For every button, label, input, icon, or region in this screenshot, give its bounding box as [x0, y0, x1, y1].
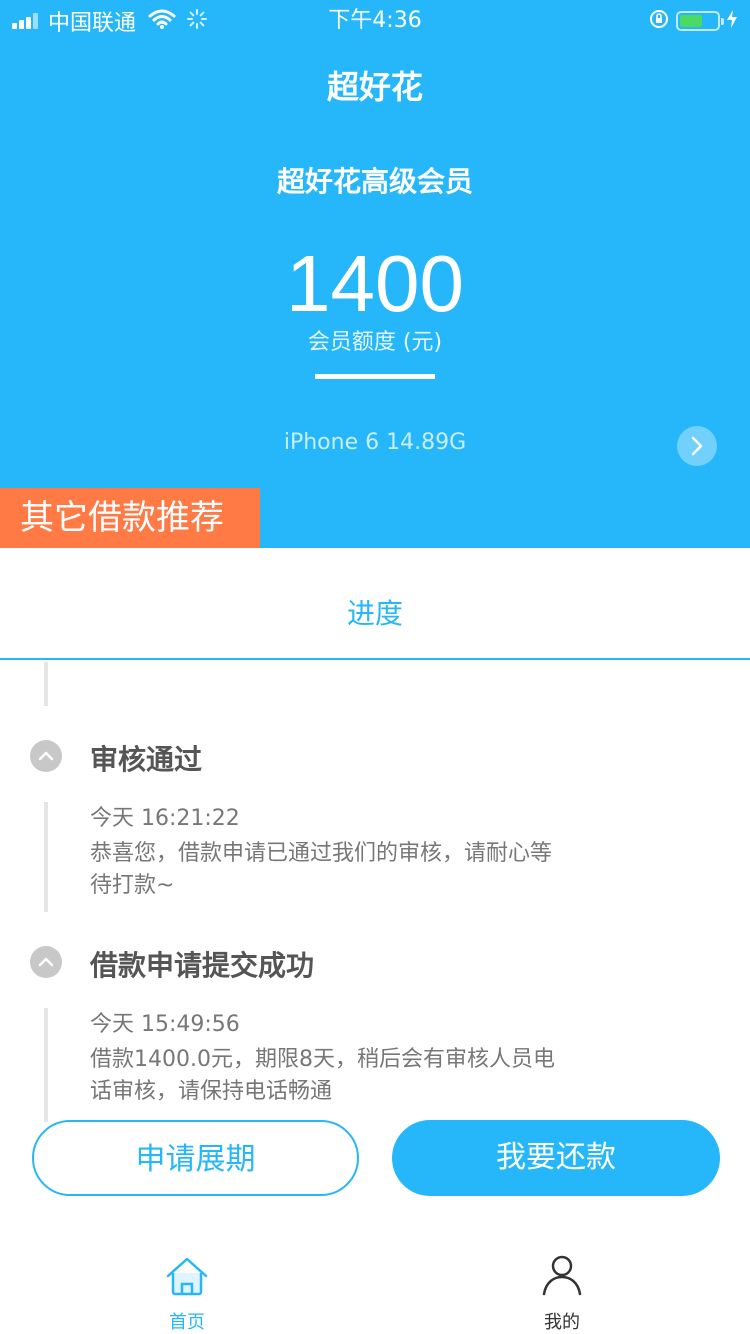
timeline-step-title: 借款申请提交成功	[90, 949, 315, 982]
repay-button[interactable]: 我要还款	[392, 1120, 720, 1196]
other-loans-recommend-button[interactable]: 其它借款推荐	[0, 488, 260, 548]
device-info: iPhone 6 14.89G	[283, 430, 467, 455]
credit-limit-label: 会员额度 (元)	[307, 330, 443, 355]
member-header: 超好花 超好花高级会员 1400 会员额度 (元) iPhone 6 14.89…	[0, 40, 750, 548]
timeline-step-title: 审核通过	[90, 743, 203, 776]
member-level-title: 超好花高级会员	[276, 165, 473, 198]
apply-extension-button[interactable]: 申请展期	[32, 1120, 359, 1196]
nav-label-home: 首页	[169, 1312, 205, 1333]
device-detail-button[interactable]	[677, 426, 717, 466]
user-icon	[502, 1240, 622, 1296]
timeline-step-description: 借款1400.0元，期限8天，稍后会有审核人员电话审核，请保持电话畅通	[90, 1047, 555, 1104]
bottom-navigation: 首页 我的	[0, 1240, 750, 1334]
progress-timeline: 审核通过 今天 16:21:22 恭喜您，借款申请已通过我们的审核，请耐心等待打…	[0, 662, 750, 1122]
home-icon	[127, 1240, 247, 1296]
timeline-step-time: 今天 15:49:56	[90, 1012, 240, 1037]
chevron-right-icon	[691, 436, 703, 456]
chevron-up-icon[interactable]	[30, 946, 62, 978]
charging-icon	[726, 9, 738, 33]
status-time: 下午4:36	[328, 8, 422, 33]
progress-tab-bar: 进度	[0, 548, 750, 660]
nav-label-mine: 我的	[544, 1312, 580, 1333]
timeline-connector	[44, 1008, 48, 1122]
status-bar: 中国联通 下午4:36	[0, 0, 750, 40]
app-screen: 中国联通 下午4:36 超好花 超好花高级会员 1400 会员额度 (元) iP…	[0, 0, 750, 1334]
status-right	[648, 8, 738, 34]
rotation-lock-icon	[648, 8, 670, 34]
app-title: 超好花	[326, 68, 423, 106]
credit-limit-amount: 1400	[286, 239, 464, 328]
timeline-connector	[44, 662, 48, 706]
timeline-step-description: 恭喜您，借款申请已通过我们的审核，请耐心等待打款~	[90, 841, 553, 898]
header-divider	[315, 374, 435, 379]
battery-icon	[676, 11, 724, 31]
nav-item-mine[interactable]: 我的	[502, 1240, 622, 1334]
nav-item-home[interactable]: 首页	[127, 1240, 247, 1334]
timeline-connector	[44, 802, 48, 912]
timeline-step-time: 今天 16:21:22	[90, 806, 240, 831]
tab-progress[interactable]: 进度	[0, 592, 750, 632]
chevron-up-icon[interactable]	[30, 740, 62, 772]
